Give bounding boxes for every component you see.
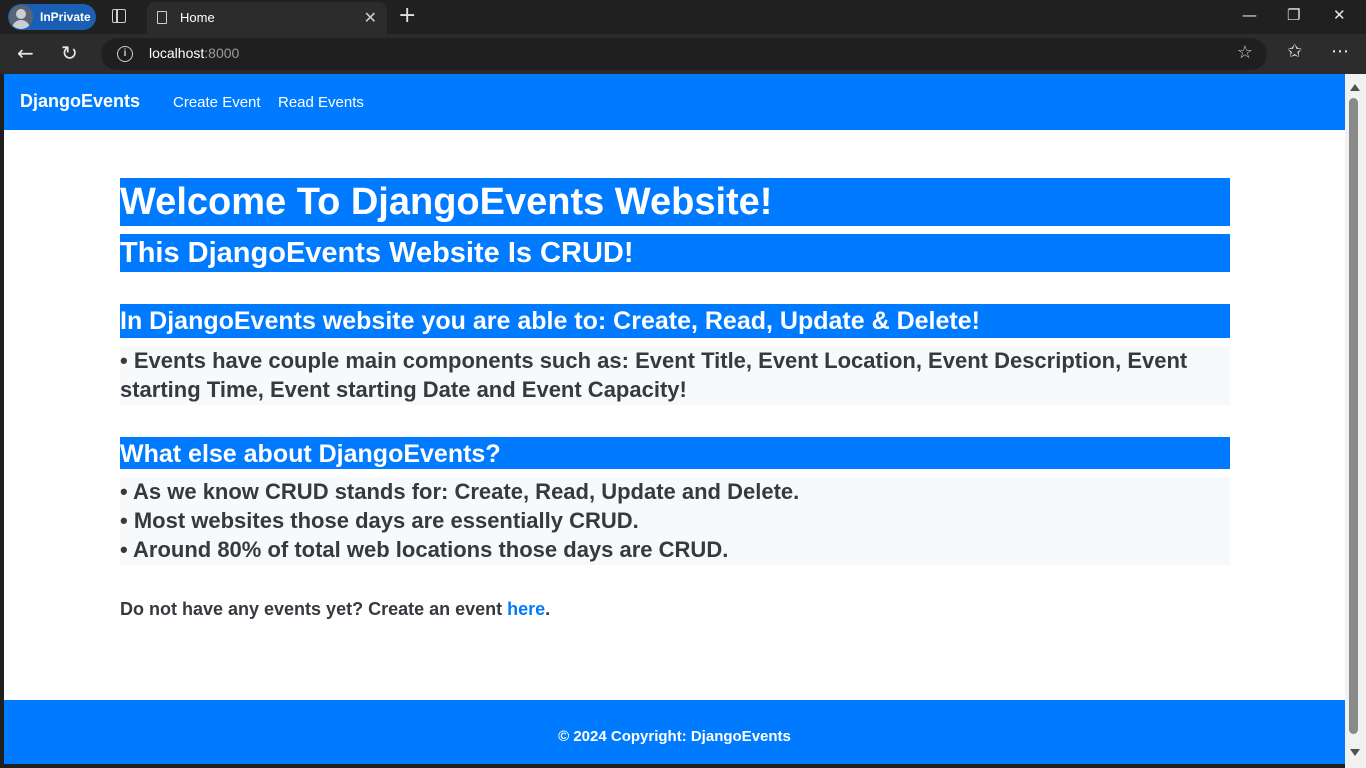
scroll-down-icon[interactable] [1350,749,1360,756]
browser-tab-home[interactable]: Home ✕ [147,2,387,34]
list-item: • Around 80% of total web locations thos… [120,537,729,562]
tab-close-icon[interactable]: ✕ [364,8,377,27]
favorites-icon[interactable]: ✩ [1287,41,1302,62]
page-icon [157,11,167,24]
list-item: • Most websites those days are essential… [120,508,639,533]
page-scrollbar[interactable] [1345,74,1366,768]
favorite-star-icon[interactable]: ☆ [1237,42,1253,63]
tab-title: Home [180,10,215,25]
section-heading-capabilities: In DjangoEvents website you are able to:… [120,304,1230,338]
refresh-icon[interactable]: ↻ [61,42,78,64]
profile-avatar-icon [9,5,33,29]
browser-title-bar: InPrivate Home ✕ + — ❐ ✕ [0,0,1366,34]
inprivate-label: InPrivate [40,10,91,24]
tab-actions-icon[interactable] [112,9,126,23]
list-item: • Events have couple main components suc… [120,348,1188,402]
section-heading-about: What else about DjangoEvents? [120,437,1230,469]
restore-button[interactable]: ❐ [1287,6,1300,24]
list-item: • As we know CRUD stands for: Create, Re… [120,479,800,504]
site-navbar: DjangoEvents Create Event Read Events [4,74,1345,130]
scroll-up-icon[interactable] [1350,84,1360,91]
page-title: Welcome To DjangoEvents Website! [120,178,1230,226]
about-list: • As we know CRUD stands for: Create, Re… [120,477,1230,565]
create-event-here-link[interactable]: here [507,599,545,619]
address-bar[interactable]: i localhost:8000 ☆ [101,38,1267,70]
page-subtitle: This DjangoEvents Website Is CRUD! [120,234,1230,272]
close-window-button[interactable]: ✕ [1333,6,1346,24]
scrollbar-thumb[interactable] [1349,98,1358,734]
site-footer: © 2024 Copyright: DjangoEvents [4,700,1345,764]
capabilities-list: • Events have couple main components suc… [120,346,1230,405]
more-menu-icon[interactable]: ⋯ [1331,41,1349,62]
site-info-icon[interactable]: i [117,46,133,62]
nav-link-read-events[interactable]: Read Events [278,94,364,111]
url-text: localhost:8000 [149,45,240,61]
navbar-brand[interactable]: DjangoEvents [20,91,140,112]
minimize-button[interactable]: — [1242,6,1257,24]
new-tab-button[interactable]: + [398,4,416,28]
create-event-prompt: Do not have any events yet? Create an ev… [120,599,551,619]
back-arrow-icon[interactable]: ← [17,42,34,64]
main-content: Welcome To DjangoEvents Website! This Dj… [120,178,1230,620]
inprivate-badge[interactable]: InPrivate [8,4,96,30]
browser-toolbar: ← ↻ i localhost:8000 ☆ ✩ ⋯ [0,34,1366,74]
page-viewport: DjangoEvents Create Event Read Events We… [4,74,1345,764]
nav-link-create-event[interactable]: Create Event [173,94,261,111]
